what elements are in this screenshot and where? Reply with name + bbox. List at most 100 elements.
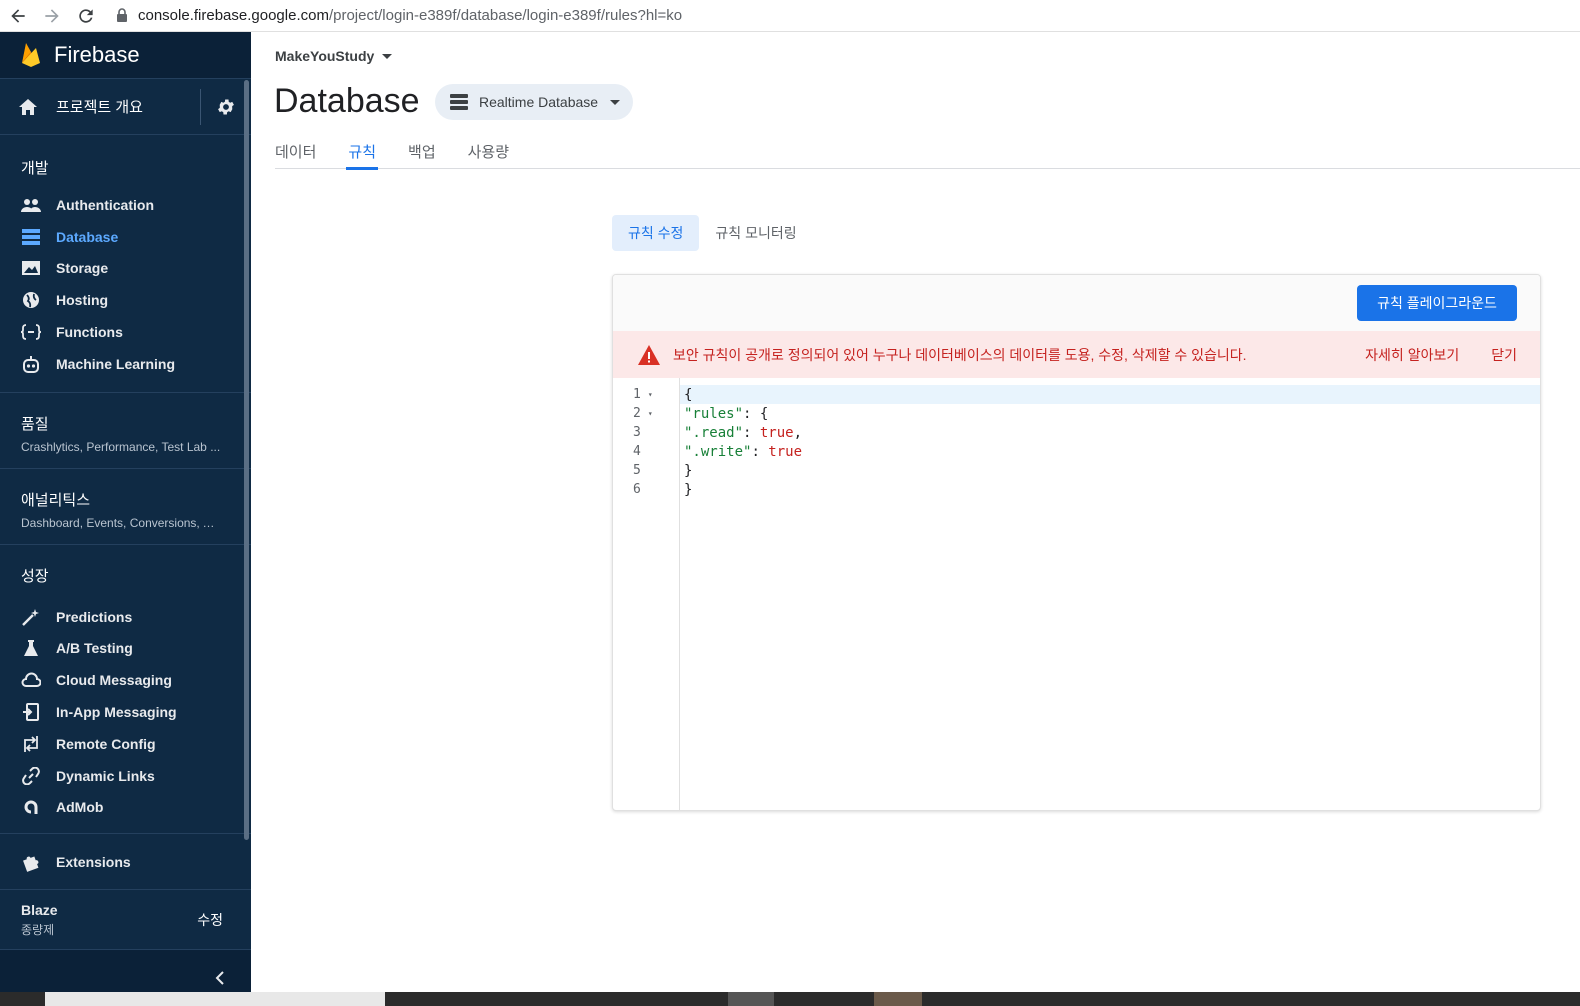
tab-usage[interactable]: 사용량 <box>468 132 509 169</box>
robot-icon <box>21 354 41 374</box>
home-icon[interactable] <box>0 98 56 116</box>
sidebar-item-ab-testing[interactable]: A/B Testing <box>0 633 251 665</box>
plan-name: Blaze <box>21 901 58 918</box>
caret-down-icon <box>382 53 393 59</box>
code-token: } <box>684 462 693 479</box>
sidebar-item-database[interactable]: Database <box>0 221 251 253</box>
tab-data[interactable]: 데이터 <box>275 132 316 169</box>
code-token: : { <box>743 405 769 422</box>
code-line[interactable]: ".write": true <box>680 442 1540 461</box>
brand-name: Firebase <box>54 42 140 67</box>
brand-header[interactable]: Firebase <box>0 32 251 79</box>
sidebar-item-hosting[interactable]: Hosting <box>0 284 251 316</box>
sidebar-item-storage[interactable]: Storage <box>0 253 251 285</box>
browser-toolbar: console.firebase.google.com/project/logi… <box>0 0 1580 32</box>
sidebar: Firebase 프로젝트 개요 개발 Authentication Datab… <box>0 32 251 1006</box>
flask-icon <box>21 638 41 658</box>
sidebar-item-dynamic-links[interactable]: Dynamic Links <box>0 760 251 792</box>
plan-info: Blaze 종량제 <box>21 902 58 938</box>
code-editor[interactable]: 1 ▾ 2 ▾ 3 4 5 6 { "rules": { ".read": true, ".w… <box>613 378 1540 810</box>
code-token: : <box>751 443 769 460</box>
quality-title: 품질 <box>21 415 49 433</box>
tab-backup[interactable]: 백업 <box>408 132 436 169</box>
database-type-label: Realtime Database <box>479 94 599 110</box>
sidebar-item-label: Cloud Messaging <box>56 672 172 689</box>
sidebar-item-label: Storage <box>56 260 109 277</box>
rules-playground-button[interactable]: 규칙 플레이그라운드 <box>1357 285 1517 321</box>
tab-rules[interactable]: 규칙 <box>346 132 378 170</box>
caret-down-icon <box>610 99 621 105</box>
subtab-monitor-rules[interactable]: 규칙 모니터링 <box>699 215 812 251</box>
sidebar-item-predictions[interactable]: Predictions <box>0 601 251 633</box>
code-line[interactable]: "rules": { <box>680 404 1540 423</box>
line-number-gutter: 1 ▾ 2 ▾ 3 4 5 6 <box>613 378 680 810</box>
sidebar-scrollbar[interactable] <box>244 80 249 840</box>
develop-nav: Authentication Database Storage Hosting … <box>0 189 251 380</box>
subtab-edit-rules[interactable]: 규칙 수정 <box>612 215 700 251</box>
chevron-left-icon <box>215 971 224 985</box>
taskbar-item[interactable] <box>874 992 922 1006</box>
learn-more-link[interactable]: 자세히 알아보기 <box>1365 345 1459 365</box>
image-icon <box>21 258 41 278</box>
plan-type: 종량제 <box>21 922 55 937</box>
quality-subtitle: Crashlytics, Performance, Test Lab ... <box>21 439 221 454</box>
sidebar-item-label: Database <box>56 228 119 245</box>
analytics-title: 애널리틱스 <box>21 491 91 509</box>
back-button[interactable] <box>2 2 34 30</box>
sidebar-item-remote-config[interactable]: Remote Config <box>0 728 251 760</box>
in-app-icon <box>21 702 41 722</box>
forward-button[interactable] <box>36 2 68 30</box>
code-line[interactable]: { <box>680 385 1540 404</box>
code-line[interactable]: } <box>680 461 1540 480</box>
sidebar-item-label: Dynamic Links <box>56 767 155 784</box>
sidebar-item-in-app-messaging[interactable]: In-App Messaging <box>0 696 251 728</box>
sidebar-item-machine-learning[interactable]: Machine Learning <box>0 348 251 380</box>
code-token: true <box>759 424 794 441</box>
code-token: } <box>684 481 693 498</box>
dismiss-warning-button[interactable]: 닫기 <box>1491 345 1517 365</box>
taskbar-item[interactable] <box>45 992 385 1006</box>
line-number: 2 ▾ <box>613 404 679 423</box>
database-tabs: 데이터 규칙 백업 사용량 <box>275 132 1580 170</box>
sidebar-item-cloud-messaging[interactable]: Cloud Messaging <box>0 664 251 696</box>
fold-arrow-icon[interactable]: ▾ <box>648 409 653 418</box>
develop-section-title: 개발 <box>21 160 49 177</box>
analytics-subtitle: Dashboard, Events, Conversions, Au... <box>21 515 221 530</box>
taskbar-item[interactable] <box>728 992 774 1006</box>
code-token: , <box>793 424 803 441</box>
project-overview-link[interactable]: 프로젝트 개요 <box>56 96 200 117</box>
database-type-selector[interactable]: Realtime Database <box>435 84 633 120</box>
os-taskbar <box>0 992 1580 1006</box>
arrow-left-icon <box>11 8 25 23</box>
code-token: { <box>684 386 693 403</box>
plan-edit-button[interactable]: 수정 <box>197 910 223 930</box>
sidebar-item-admob[interactable]: AdMob <box>0 792 251 824</box>
rules-editor-card: 규칙 플레이그라운드 보안 규칙이 공개로 정의되어 있어 누구나 데이터베이스… <box>612 274 1541 811</box>
project-switcher[interactable]: MakeYouStudy <box>275 48 393 64</box>
line-number-text: 5 <box>633 463 641 478</box>
arrow-right-icon <box>45 8 59 23</box>
code-line[interactable]: } <box>680 480 1540 499</box>
grow-section-title: 성장 <box>21 567 49 585</box>
address-bar[interactable]: console.firebase.google.com/project/logi… <box>138 7 682 24</box>
reload-icon <box>79 8 93 23</box>
code-area[interactable]: { "rules": { ".read": true, ".write": tr… <box>680 378 1540 810</box>
sidebar-item-label: In-App Messaging <box>56 704 177 721</box>
sidebar-item-label: Functions <box>56 324 123 341</box>
wand-icon <box>21 607 41 627</box>
sidebar-item-label: AdMob <box>56 799 104 816</box>
reload-button[interactable] <box>70 2 102 30</box>
analytics-group[interactable]: 애널리틱스 Dashboard, Events, Conversions, Au… <box>0 467 251 544</box>
fold-arrow-icon[interactable]: ▾ <box>648 390 653 399</box>
people-icon <box>21 195 41 215</box>
remote-config-icon <box>21 734 41 754</box>
globe-icon <box>21 290 41 310</box>
code-line[interactable]: ".read": true, <box>680 423 1540 442</box>
sidebar-item-authentication[interactable]: Authentication <box>0 189 251 221</box>
sidebar-item-label: Remote Config <box>56 735 156 752</box>
plan-row: Blaze 종량제 수정 <box>0 889 251 949</box>
sidebar-item-functions[interactable]: Functions <box>0 316 251 348</box>
sidebar-item-extensions[interactable]: Extensions <box>0 833 251 889</box>
warning-icon <box>638 344 660 365</box>
quality-group[interactable]: 품질 Crashlytics, Performance, Test Lab ..… <box>0 391 251 468</box>
